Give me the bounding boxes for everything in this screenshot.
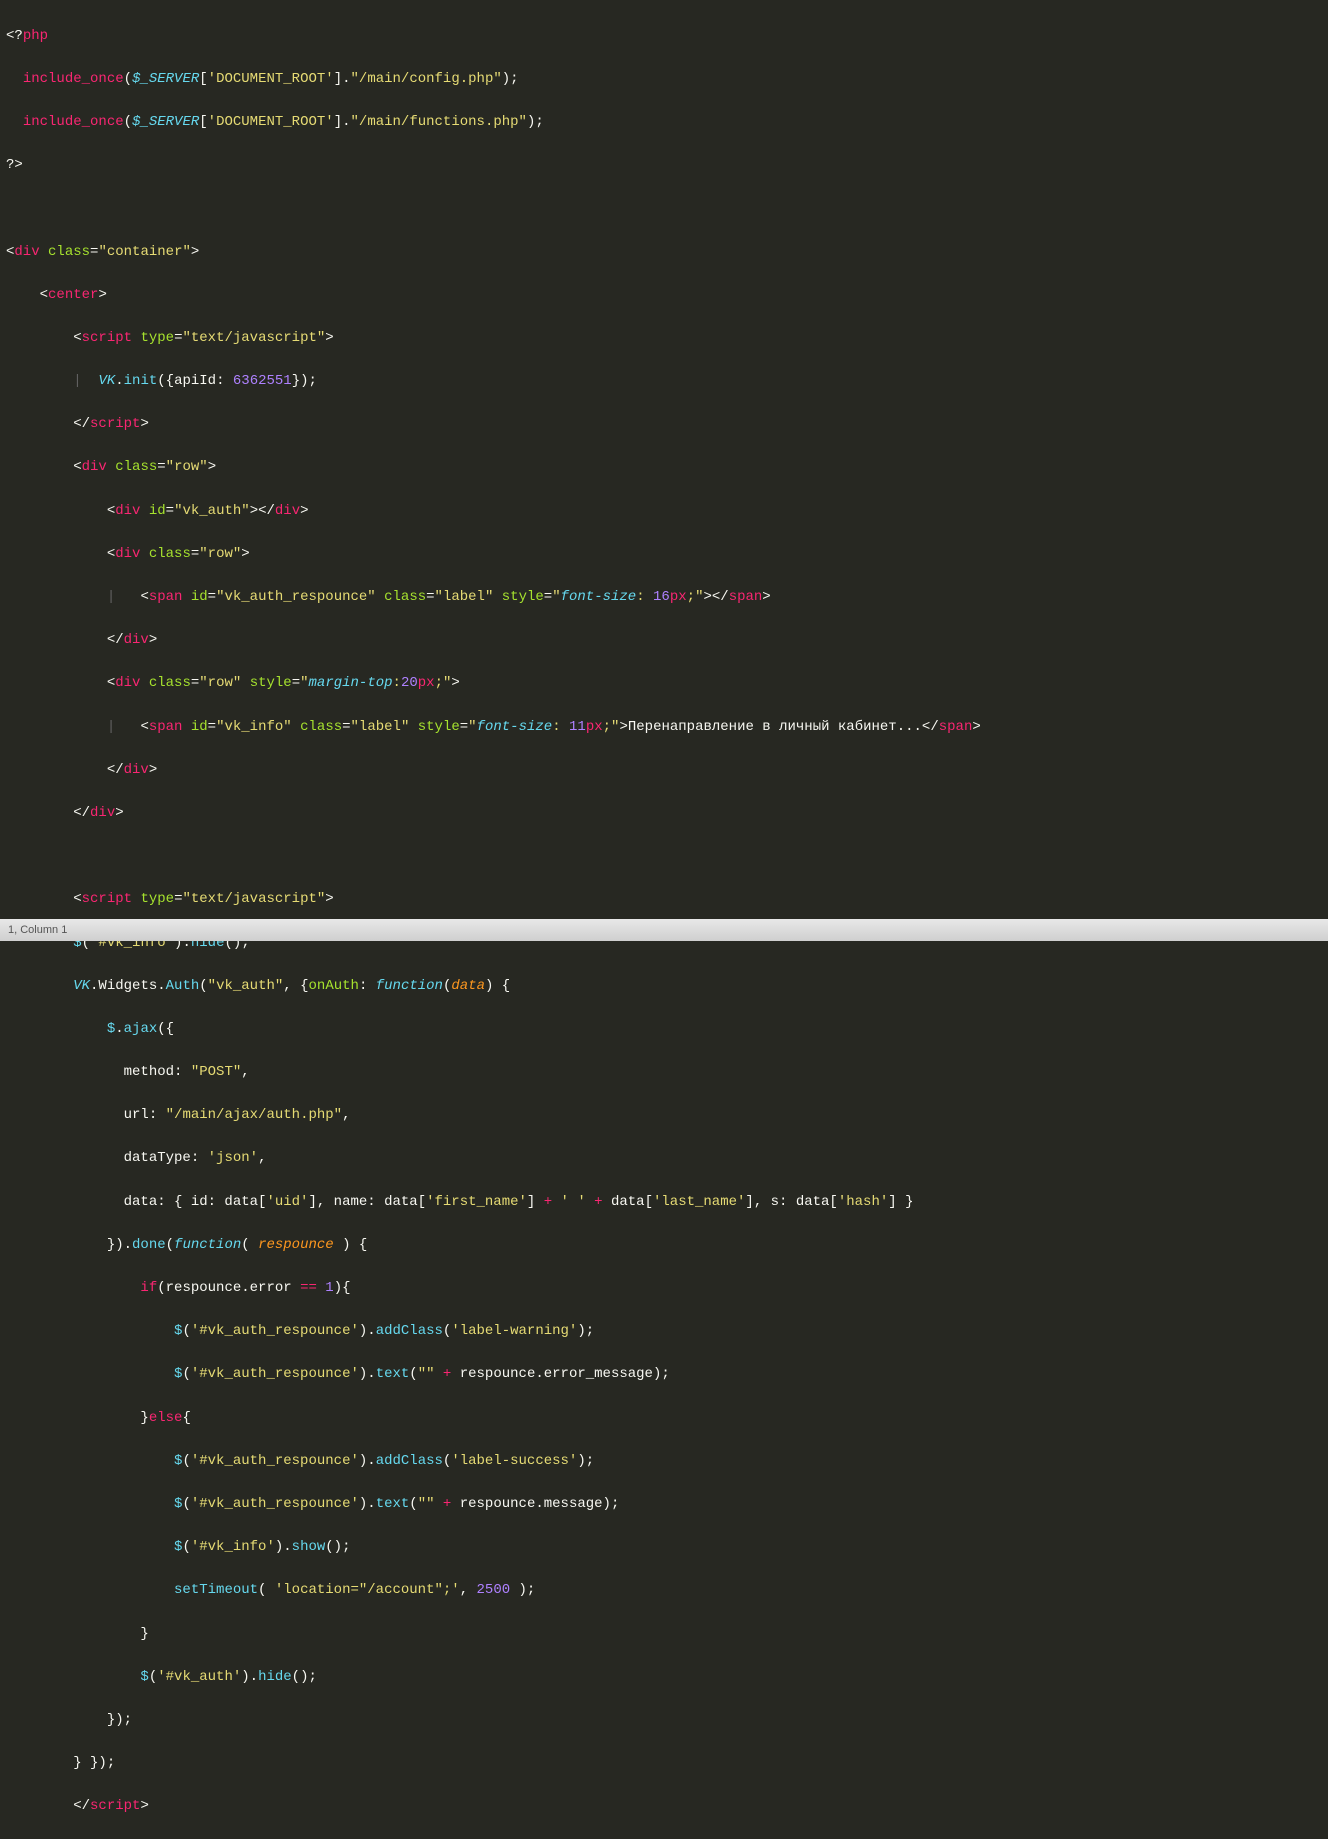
- code-line: [6, 198, 1328, 220]
- code-line: dataType: 'json',: [6, 1148, 1328, 1170]
- code-line: </div>: [6, 630, 1328, 652]
- code-line: include_once($_SERVER['DOCUMENT_ROOT']."…: [6, 112, 1328, 134]
- cursor-position: 1, Column 1: [8, 924, 67, 936]
- code-line: | VK.init({apiId: 6362551});: [6, 371, 1328, 393]
- code-line: | <span id="vk_info" class="label" style…: [6, 717, 1328, 739]
- code-line: [6, 846, 1328, 868]
- code-line: <?php: [6, 26, 1328, 48]
- code-line: <div class="container">: [6, 242, 1328, 264]
- status-bar: 1, Column 1: [0, 919, 1328, 941]
- code-line: </div>: [6, 760, 1328, 782]
- code-line: <script type="text/javascript">: [6, 889, 1328, 911]
- code-line: </script>: [6, 1796, 1328, 1818]
- code-line: | <span id="vk_auth_respounce" class="la…: [6, 587, 1328, 609]
- code-line: }else{: [6, 1408, 1328, 1430]
- code-line: $('#vk_auth_respounce').addClass('label-…: [6, 1321, 1328, 1343]
- code-line: $('#vk_auth').hide();: [6, 1667, 1328, 1689]
- code-line: </div>: [6, 803, 1328, 825]
- code-line: <div class="row" style="margin-top:20px;…: [6, 673, 1328, 695]
- code-line: if(respounce.error == 1){: [6, 1278, 1328, 1300]
- code-line: include_once($_SERVER['DOCUMENT_ROOT']."…: [6, 69, 1328, 91]
- code-line: <div class="row">: [6, 457, 1328, 479]
- code-line: $('#vk_auth_respounce').text("" + respou…: [6, 1494, 1328, 1516]
- code-line: });: [6, 1710, 1328, 1732]
- code-line: setTimeout( 'location="/account";', 2500…: [6, 1580, 1328, 1602]
- code-line: <div id="vk_auth"></div>: [6, 501, 1328, 523]
- code-line: VK.Widgets.Auth("vk_auth", {onAuth: func…: [6, 976, 1328, 998]
- code-line: </script>: [6, 414, 1328, 436]
- code-line: url: "/main/ajax/auth.php",: [6, 1105, 1328, 1127]
- code-line: <div class="row">: [6, 544, 1328, 566]
- code-line: }).done(function( respounce ) {: [6, 1235, 1328, 1257]
- code-line: <script type="text/javascript">: [6, 328, 1328, 350]
- code-line: data: { id: data['uid'], name: data['fir…: [6, 1192, 1328, 1214]
- code-line: $('#vk_info').show();: [6, 1537, 1328, 1559]
- code-line: ?>: [6, 155, 1328, 177]
- code-line: } });: [6, 1753, 1328, 1775]
- code-line: $.ajax({: [6, 1019, 1328, 1041]
- code-line: <center>: [6, 285, 1328, 307]
- code-line: method: "POST",: [6, 1062, 1328, 1084]
- code-line: $('#vk_auth_respounce').text("" + respou…: [6, 1364, 1328, 1386]
- code-line: }: [6, 1624, 1328, 1646]
- code-line: $('#vk_auth_respounce').addClass('label-…: [6, 1451, 1328, 1473]
